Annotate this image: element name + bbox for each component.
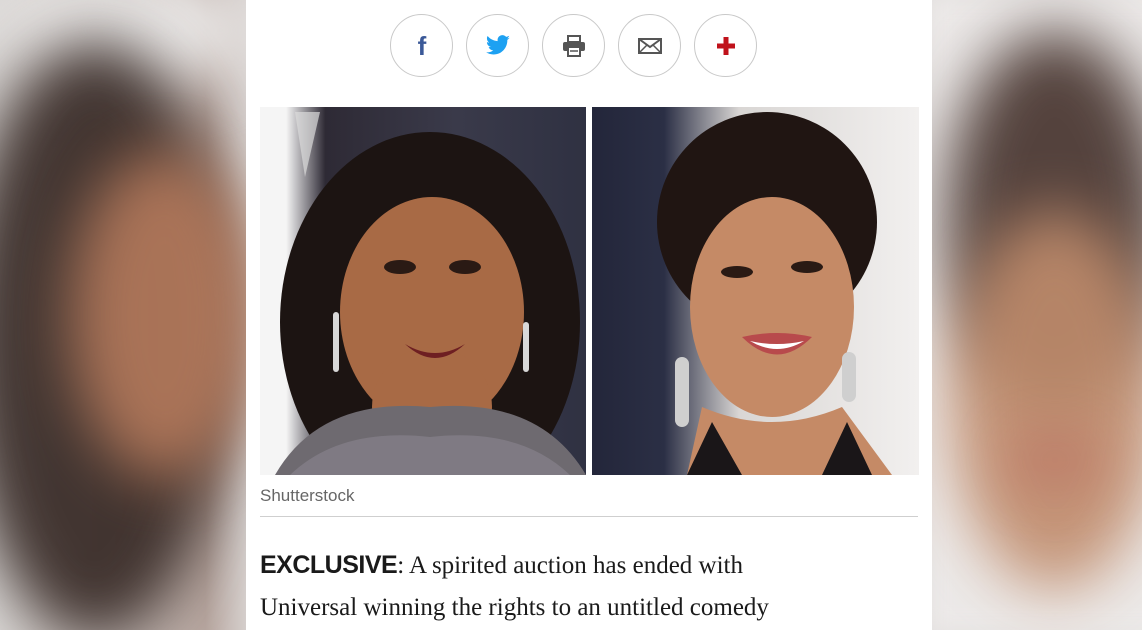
email-share-button[interactable]	[618, 14, 681, 77]
facebook-icon: f	[417, 33, 426, 59]
divider	[260, 516, 918, 517]
twitter-icon	[485, 34, 510, 54]
facebook-share-button[interactable]: f	[390, 14, 453, 77]
photo-right	[592, 107, 919, 475]
portrait-right-illustration	[657, 112, 892, 475]
more-plus-icon	[716, 36, 735, 55]
exclusive-label: EXCLUSIVE	[260, 551, 398, 579]
photo-left	[260, 107, 586, 475]
body-line-1: A spirited auction has ended with	[404, 552, 743, 579]
photo-credit: Shutterstock	[260, 486, 355, 505]
svg-text:f: f	[417, 33, 426, 59]
portrait-left-illustration	[275, 112, 586, 475]
share-bar: f	[390, 14, 757, 77]
more-share-button[interactable]	[694, 14, 757, 77]
print-button[interactable]	[542, 14, 605, 77]
backdrop-blur	[70, 150, 260, 480]
article-card: f Shutterstock EXCLUSIVE: A spirited auc…	[246, 0, 932, 630]
body-line-2: Universal winning the rights to an untit…	[260, 594, 769, 621]
backdrop-blur	[1010, 440, 1100, 480]
email-icon	[637, 37, 662, 54]
article-body: EXCLUSIVE: A spirited auction has ended …	[260, 544, 920, 629]
print-icon	[562, 34, 585, 57]
twitter-share-button[interactable]	[466, 14, 529, 77]
